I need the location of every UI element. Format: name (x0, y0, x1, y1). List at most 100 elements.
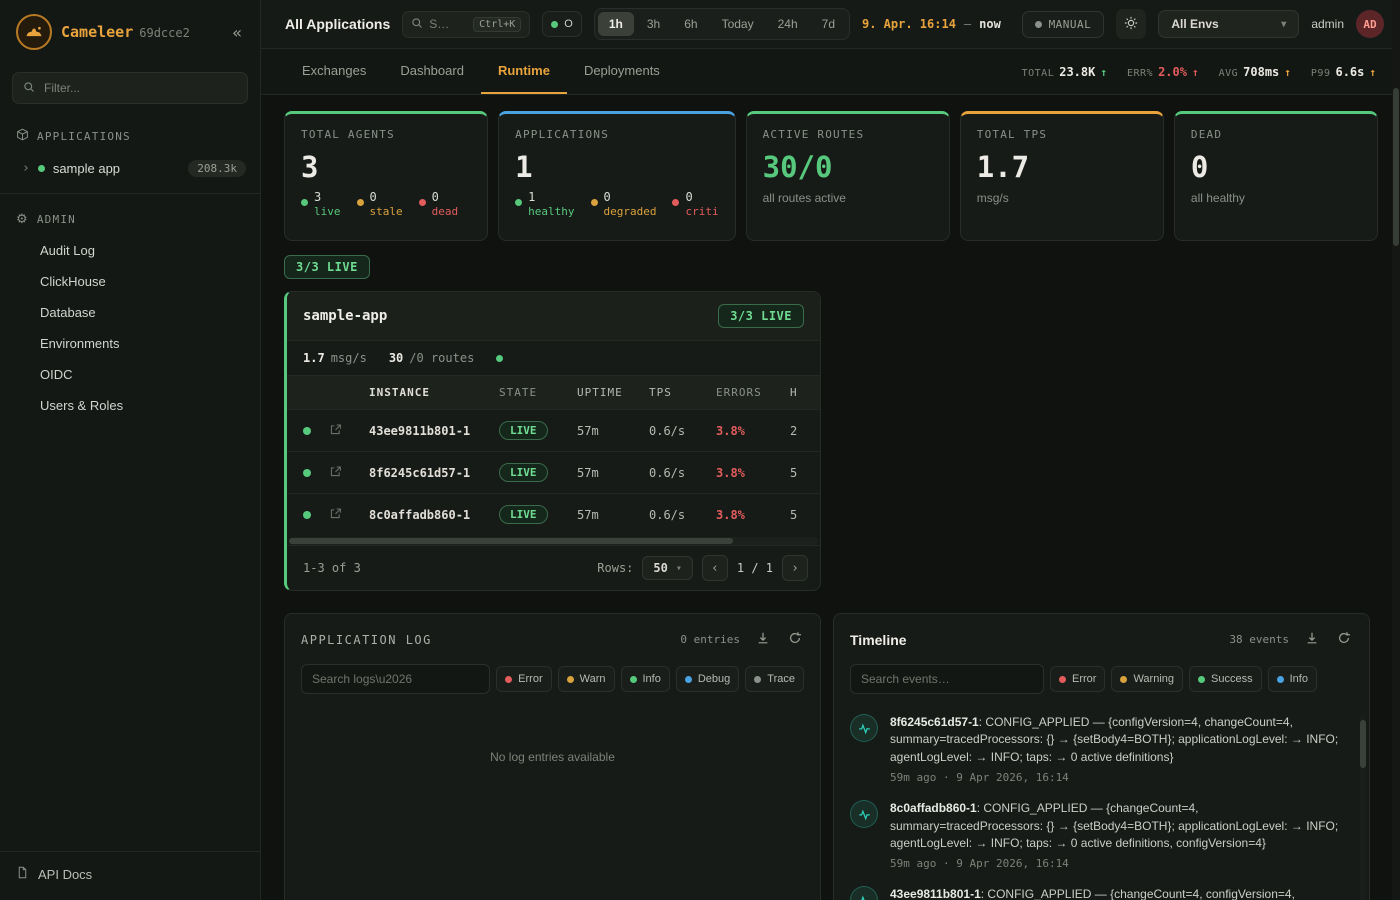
time-range-7d[interactable]: 7d (811, 12, 846, 36)
sidebar-item-api-docs[interactable]: API Docs (0, 851, 260, 900)
global-search-box[interactable]: S… Ctrl+K (402, 11, 530, 38)
status-badge: LIVE (499, 421, 548, 440)
page-title: All Applications (285, 16, 390, 32)
stat-title: ACTIVE ROUTES (763, 128, 933, 141)
external-link-icon[interactable] (329, 465, 369, 481)
timeline-title: Timeline (850, 632, 907, 648)
tab-exchanges[interactable]: Exchanges (285, 49, 383, 94)
stat-title: APPLICATIONS (515, 128, 718, 141)
env-select-value: All Envs (1171, 17, 1218, 31)
divider (0, 193, 260, 194)
table-row[interactable]: 43ee9811b801-1 LIVE 57m 0.6/s 3.8% 2 (287, 409, 820, 451)
refresh-icon (788, 631, 802, 648)
status-dot (496, 355, 503, 362)
table-row[interactable]: 8f6245c61d57-1 LIVE 57m 0.6/s 3.8% 5 (287, 451, 820, 493)
collapse-sidebar-button[interactable]: « (226, 21, 248, 44)
download-button[interactable] (1303, 629, 1321, 650)
tab-dashboard[interactable]: Dashboard (383, 49, 481, 94)
page-scrollbar (1392, 0, 1400, 900)
kpi-err-rate: ERR% 2.0% ↑ (1127, 65, 1199, 79)
time-range-1h[interactable]: 1h (598, 12, 634, 36)
timeline-filter-warning[interactable]: Warning (1111, 666, 1183, 692)
col-extra: H (790, 386, 821, 399)
sidebar-item-audit-log[interactable]: Audit Log (0, 235, 260, 266)
theme-toggle-button[interactable] (1116, 9, 1146, 39)
sidebar-item-clickhouse[interactable]: ClickHouse (0, 266, 260, 297)
event-instance-id: 8f6245c61d57-1 (890, 715, 979, 729)
timeline-filter-success[interactable]: Success (1189, 666, 1262, 692)
scrollbar-thumb[interactable] (1393, 88, 1399, 246)
timeline-filter-error[interactable]: Error (1050, 666, 1105, 692)
online-status-pill[interactable]: O (542, 11, 582, 37)
time-range-today[interactable]: Today (711, 12, 765, 36)
bottom-panels: APPLICATION LOG 0 entries (284, 613, 1378, 900)
sidebar-item-environments[interactable]: Environments (0, 328, 260, 359)
log-filter-error[interactable]: Error (496, 666, 551, 692)
stat-value: 3 (301, 150, 471, 184)
sidebar-item-oidc[interactable]: OIDC (0, 359, 260, 390)
timeline-event[interactable]: 8c0affadb860-1: CONFIG_APPLIED — {change… (850, 800, 1343, 870)
avatar[interactable]: AD (1356, 10, 1384, 38)
brand: Cameleer 69dcce2 (61, 23, 217, 41)
rows-per-page-select[interactable]: 50 ▾ (642, 556, 692, 580)
status-dot (551, 21, 558, 28)
scrollbar-thumb[interactable] (1360, 720, 1366, 768)
status-badge: LIVE (499, 505, 548, 524)
sidebar-filter-wrap (0, 64, 260, 118)
app-tps-unit: msg/s (331, 351, 367, 365)
tps-value: 0.6/s (649, 424, 716, 438)
api-docs-label: API Docs (38, 867, 92, 882)
stat-value: 1 (515, 150, 718, 184)
kpi-avg-latency: AVG 708ms ↑ (1219, 65, 1291, 79)
col-tps: TPS (649, 386, 716, 399)
app-name: sample-app (303, 308, 387, 324)
sidebar-filter-input[interactable] (42, 80, 237, 96)
log-filter-trace[interactable]: Trace (745, 666, 804, 692)
refresh-button[interactable] (786, 629, 804, 650)
log-filter-info[interactable]: Info (621, 666, 670, 692)
status-dot (672, 199, 679, 206)
log-panel-header: APPLICATION LOG 0 entries (285, 614, 820, 662)
status-dot (38, 165, 45, 172)
sidebar-item-sample-app[interactable]: › sample app 208.3k (0, 152, 260, 185)
tab-runtime[interactable]: Runtime (481, 49, 567, 94)
stat-subtitle: msg/s (977, 191, 1147, 205)
log-filter-debug[interactable]: Debug (676, 666, 739, 692)
tabbar: Exchanges Dashboard Runtime Deployments … (261, 49, 1400, 95)
timeline-event[interactable]: 43ee9811b801-1: CONFIG_APPLIED — {change… (850, 886, 1343, 900)
download-button[interactable] (754, 629, 772, 650)
sidebar-item-users-roles[interactable]: Users & Roles (0, 390, 260, 421)
log-filter-warn[interactable]: Warn (558, 666, 615, 692)
status-dot (303, 511, 311, 519)
stat-card-row: TOTAL AGENTS 3 3live 0stale (284, 111, 1378, 241)
col-state: STATE (499, 386, 577, 399)
instance-id: 8f6245c61d57-1 (369, 466, 499, 480)
time-range-3h[interactable]: 3h (636, 12, 671, 36)
timeline-event[interactable]: 8f6245c61d57-1: CONFIG_APPLIED — {config… (850, 714, 1343, 784)
time-range-24h[interactable]: 24h (767, 12, 809, 36)
tab-deployments[interactable]: Deployments (567, 49, 677, 94)
time-range-6h[interactable]: 6h (673, 12, 708, 36)
env-select[interactable]: All Envs ▾ (1158, 10, 1299, 38)
applications-section-label: APPLICATIONS (37, 130, 131, 143)
search-icon (23, 81, 35, 96)
sidebar-item-database[interactable]: Database (0, 297, 260, 328)
log-search-input[interactable] (301, 664, 490, 694)
stat-card-dead: DEAD 0 all healthy (1174, 111, 1378, 241)
refresh-button[interactable] (1335, 629, 1353, 650)
event-timestamp: 59m ago · 9 Apr 2026, 16:14 (890, 771, 1343, 784)
prev-page-button[interactable]: ‹ (702, 555, 728, 581)
external-link-icon[interactable] (329, 507, 369, 523)
uptime-value: 57m (577, 424, 649, 438)
timeline-search-input[interactable] (850, 664, 1044, 694)
external-link-icon[interactable] (329, 423, 369, 439)
status-dot (567, 676, 574, 683)
next-page-button[interactable]: › (782, 555, 808, 581)
scrollbar-thumb[interactable] (289, 538, 733, 544)
download-icon (1305, 631, 1319, 648)
timeline-filter-info[interactable]: Info (1268, 666, 1317, 692)
col-errors: ERRORS (716, 386, 790, 399)
manual-mode-button[interactable]: MANUAL (1022, 11, 1105, 38)
sun-icon (1124, 16, 1138, 33)
table-row[interactable]: 8c0affadb860-1 LIVE 57m 0.6/s 3.8% 5 (287, 493, 820, 535)
